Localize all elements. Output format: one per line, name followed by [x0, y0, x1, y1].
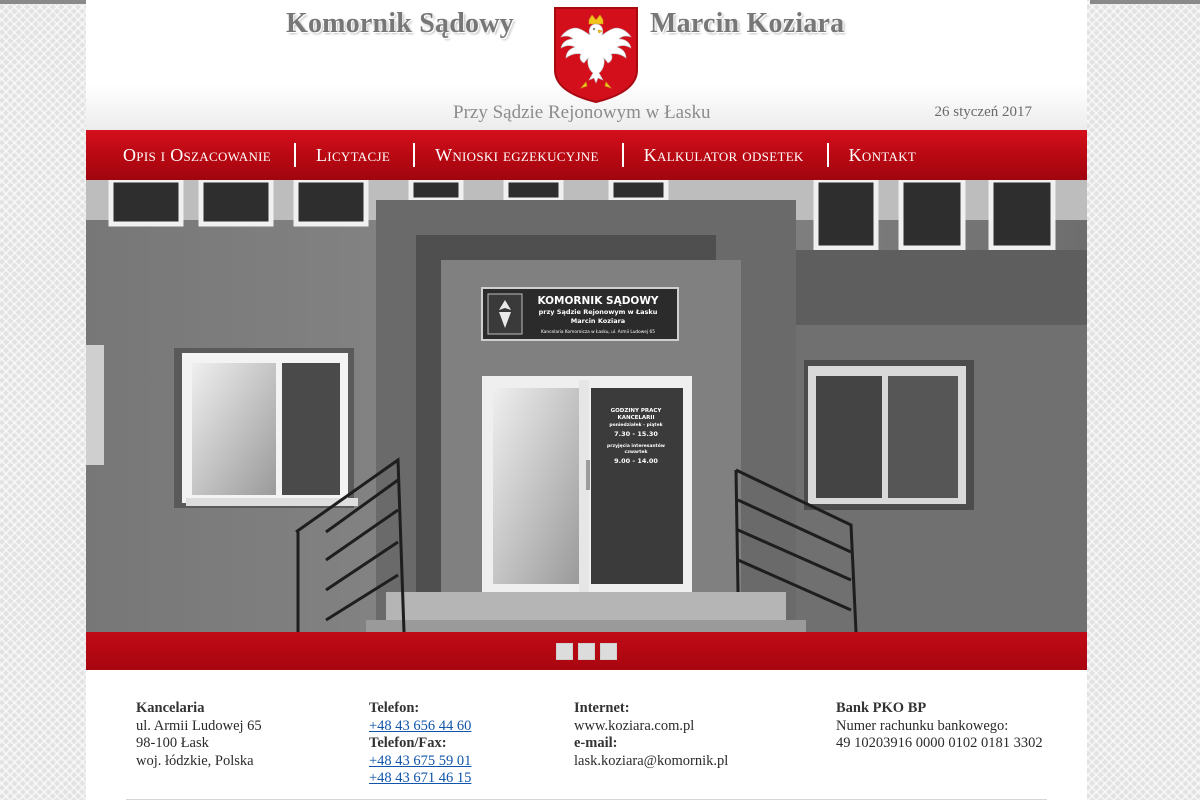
- nav-item-opis-i-oszacowanie[interactable]: Opis i Oszacowanie: [123, 145, 271, 166]
- fax-link-1[interactable]: +48 43 675 59 01: [369, 753, 471, 771]
- hero-slide-image: KOMORNIK SĄDOWY przy Sądzie Rejonowym w …: [86, 180, 1087, 632]
- phone-heading: Telefon:: [369, 700, 420, 716]
- site-header: Komornik Sądowy Marcin Koziara Przy Sądz…: [86, 0, 1087, 130]
- office-building-photo: KOMORNIK SĄDOWY przy Sądzie Rejonowym w …: [86, 180, 1087, 632]
- sign-text-line3: Marcin Koziara: [571, 317, 625, 325]
- sign-text-line2: przy Sądzie Rejonowym w Łasku: [539, 308, 658, 316]
- internet-heading: Internet:: [574, 700, 630, 716]
- website-url: www.koziara.com.pl: [574, 717, 695, 734]
- nav-item-kalkulator-odsetek[interactable]: Kalkulator odsetek: [644, 145, 804, 166]
- footer-office-column: Kancelaria ul. Armii Ludowej 65 98-100 Ł…: [136, 700, 262, 770]
- nav-item-wnioski-egzekucyjne[interactable]: Wnioski egzekucyjne: [435, 145, 599, 166]
- sign-text-line1: KOMORNIK SĄDOWY: [537, 295, 658, 307]
- door-text-line7: 9.00 - 14.00: [614, 457, 658, 465]
- slider-controls: [86, 632, 1087, 670]
- door-text-line3: poniedziałek - piątek: [609, 422, 663, 428]
- door-text-line1: GODZINY PRACY: [611, 408, 663, 414]
- footer-phone-column: Telefon: +48 43 656 44 60 Telefon/Fax: +…: [369, 700, 471, 788]
- bank-heading: Bank PKO BP: [836, 700, 927, 716]
- nav-divider: [294, 143, 297, 167]
- door-text-line6: czwartek: [625, 449, 649, 455]
- sign-text-line4: Kancelaria Komornicza w Łasku, ul. Armii…: [541, 329, 655, 335]
- current-date: 26 styczeń 2017: [934, 104, 1032, 120]
- nav-item-licytacje[interactable]: Licytacje: [316, 145, 390, 166]
- door-text-line4: 7.30 - 15.30: [614, 430, 658, 438]
- polish-eagle-emblem-icon: [554, 7, 638, 104]
- nav-item-kontakt[interactable]: Kontakt: [849, 145, 917, 166]
- slider-dot-3[interactable]: [600, 642, 617, 660]
- office-street: ul. Armii Ludowej 65: [136, 717, 262, 734]
- nav-divider: [413, 143, 416, 167]
- bank-account-label: Numer rachunku bankowego:: [836, 717, 1009, 734]
- page-container: Komornik Sądowy Marcin Koziara Przy Sądz…: [86, 0, 1087, 800]
- site-subtitle: Przy Sądzie Rejonowym w Łasku: [453, 102, 711, 123]
- office-region: woj. łódzkie, Polska: [136, 752, 254, 769]
- site-title-left: Komornik Sądowy: [286, 8, 514, 39]
- footer-bank-column: Bank PKO BP Numer rachunku bankowego: 49…: [836, 700, 1043, 753]
- site-title-right: Marcin Koziara: [650, 8, 845, 39]
- slider-dot-2[interactable]: [578, 642, 595, 660]
- fax-heading: Telefon/Fax:: [369, 735, 447, 751]
- nav-divider: [826, 143, 829, 167]
- bank-account-number: 49 10203916 0000 0102 0181 3302: [836, 735, 1043, 751]
- office-heading: Kancelaria: [136, 700, 205, 716]
- slider-dot-1[interactable]: [556, 642, 573, 660]
- main-nav: Opis i Oszacowanie Licytacje Wnioski egz…: [86, 130, 1087, 180]
- email-address: lask.koziara@komornik.pl: [574, 752, 729, 769]
- phone-link[interactable]: +48 43 656 44 60: [369, 718, 471, 736]
- office-city: 98-100 Łask: [136, 735, 209, 751]
- fax-link-2[interactable]: +48 43 671 46 15: [369, 770, 471, 788]
- door-text-line2: KANCELARII: [617, 415, 654, 421]
- top-decor-right: [1090, 0, 1200, 4]
- contact-footer: Kancelaria ul. Armii Ludowej 65 98-100 Ł…: [86, 670, 1087, 800]
- footer-internet-column: Internet: www.koziara.com.pl e-mail: las…: [574, 700, 728, 770]
- email-heading: e-mail:: [574, 735, 618, 751]
- nav-divider: [621, 143, 624, 167]
- door-text-line5: przyjęcia interesantów: [607, 442, 665, 449]
